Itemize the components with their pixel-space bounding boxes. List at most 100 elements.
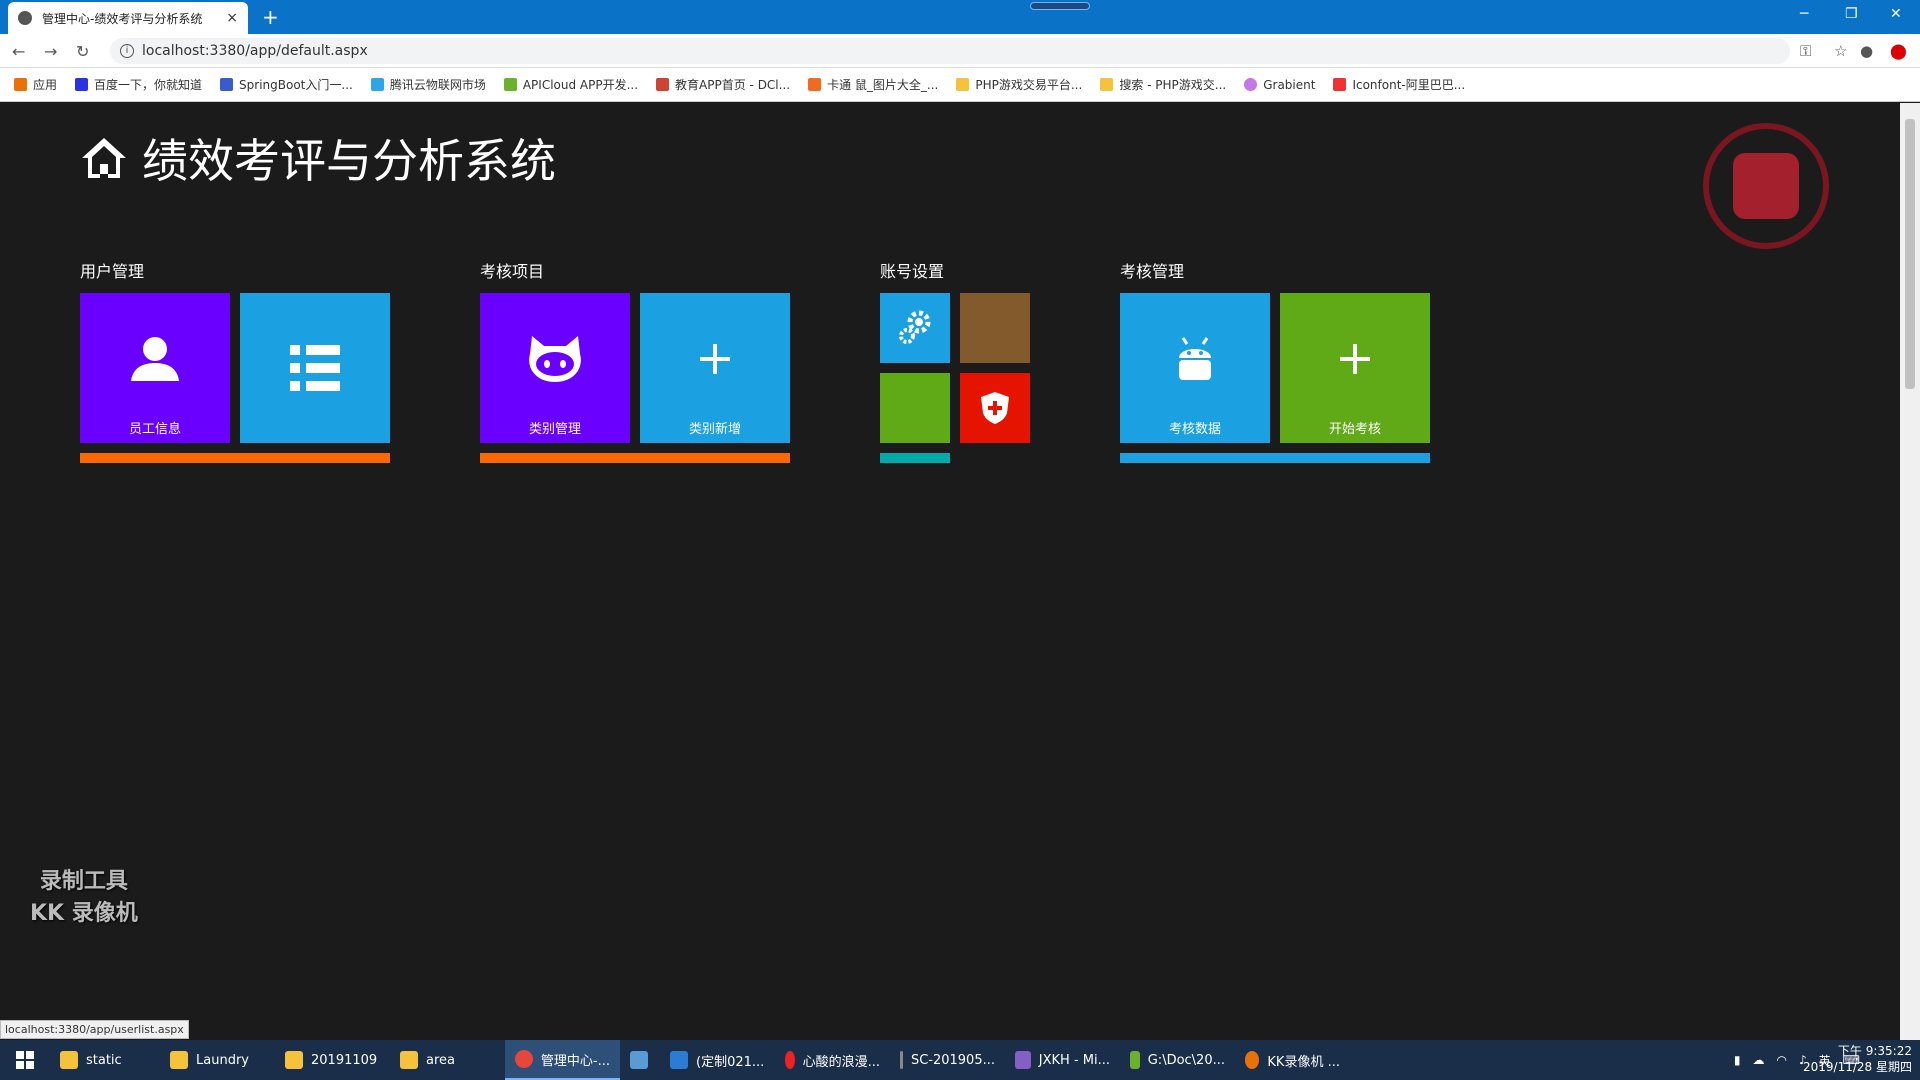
taskbar-item[interactable]: G:\Doc\20... [1120,1040,1235,1080]
extension-icon[interactable]: ⬤ [1890,42,1907,60]
group-bar-assessment [1120,453,1430,463]
favicon-icon [18,11,32,25]
taskbar-item[interactable]: 心酸的浪漫... [775,1040,890,1080]
clock-date: 2019/11/28 星期四 [1803,1060,1912,1074]
folder-icon [285,1051,303,1069]
tile-assessment-data[interactable]: 考核数据 [1120,293,1270,443]
taskbar-item[interactable]: JXKH - Mi... [1005,1040,1120,1080]
scroll-thumb[interactable] [1905,119,1915,389]
bookmark-item[interactable]: Grabient [1244,78,1315,92]
taskbar-item[interactable]: Laundry [160,1040,275,1080]
tile-security[interactable] [960,373,1030,443]
visual-studio-icon [1015,1051,1031,1069]
forward-icon[interactable]: → [44,42,57,61]
tile-label: 员工信息 [128,422,181,437]
close-window-icon[interactable]: ✕ [1890,6,1902,22]
info-icon[interactable]: i [120,44,134,58]
key-icon[interactable]: ⚿ [1800,42,1811,60]
battery-icon[interactable]: ▮ [1734,1053,1741,1067]
page-title: 绩效考评与分析系统 [142,134,556,188]
baidu-icon [75,78,89,91]
gears-icon [899,310,931,344]
windows-icon [16,1051,34,1069]
cloud-icon[interactable]: ☁ [1753,1053,1765,1067]
folder-icon [1100,78,1114,91]
taskbar-item[interactable]: area [390,1040,505,1080]
shield-icon [981,392,1009,424]
bookmark-item[interactable]: 百度一下，你就知道 [75,76,202,93]
bookmark-item[interactable]: APICloud APP开发... [503,76,638,93]
browser-tab[interactable]: 管理中心-绩效考评与分析系统 × [8,2,248,34]
url-text: localhost:3380/app/default.aspx [142,43,368,59]
tile-settings[interactable] [880,293,950,363]
home-icon[interactable] [80,134,128,182]
folder-icon [400,1051,418,1069]
bookmark-apps[interactable]: 应用 [14,76,57,93]
address-bar[interactable]: i localhost:3380/app/default.aspx [110,38,1790,64]
plus-icon [700,344,730,374]
new-tab-button[interactable]: + [262,5,279,29]
wifi-icon[interactable]: ◠ [1777,1053,1787,1067]
browser-tab-bar: 管理中心-绩效考评与分析系统 × + ─ ❐ ✕ [0,0,1920,34]
page-header: 绩效考评与分析系统 [80,125,556,191]
taskbar-item[interactable]: SC-201905... [890,1040,1005,1080]
taskbar-item[interactable]: (定制021... [660,1040,775,1080]
grabient-icon [1244,78,1258,91]
bookmark-item[interactable]: PHP游戏交易平台... [956,76,1082,93]
tile-category-manage[interactable]: 类别管理 [480,293,630,443]
bookmark-icon [808,78,822,91]
music-icon [785,1051,795,1069]
clock[interactable]: 下午 9:35:22 2019/11/28 星期四 [1803,1043,1912,1075]
folder-icon [170,1051,188,1069]
reload-icon[interactable]: ↻ [76,42,89,61]
group-bar-account [880,453,950,463]
record-stop-button[interactable] [1703,123,1829,249]
tile-brown[interactable] [960,293,1030,363]
profile-icon[interactable]: ● [1860,42,1873,60]
start-button[interactable] [0,1040,50,1080]
bookmark-item[interactable]: Iconfont-阿里巴巴... [1333,76,1465,93]
tile-user-list[interactable] [240,293,390,443]
tile-category-add[interactable]: 类别新增 [640,293,790,443]
status-url: localhost:3380/app/userlist.aspx [0,1020,189,1039]
plus-icon [1340,344,1370,374]
star-icon[interactable]: ☆ [1834,42,1847,60]
apps-grid-icon [14,78,27,91]
bookmark-item[interactable]: 卡通 鼠_图片大全_... [808,76,938,93]
page-content: 绩效考评与分析系统 用户管理 员工信息 考核项目 类别管理 类别新增 账号设置 … [0,103,1900,1040]
back-icon[interactable]: ← [12,42,25,61]
drag-handle[interactable] [1030,2,1090,10]
tile-label: 类别新增 [688,422,741,437]
tile-green[interactable] [880,373,950,443]
notepad-icon [1130,1051,1140,1069]
folder-icon [956,78,970,91]
taskbar-item[interactable]: KK录像机 ... [1235,1040,1350,1080]
tile-label: 类别管理 [528,422,581,437]
taskbar-item-chrome[interactable]: 管理中心-... [505,1040,620,1080]
browser-toolbar: ← → ↻ i localhost:3380/app/default.aspx … [0,34,1920,68]
taskbar-item[interactable]: 20191109 [275,1040,390,1080]
taskbar-item[interactable] [620,1040,660,1080]
bookmark-item[interactable]: 搜索 - PHP游戏交... [1100,76,1226,93]
tile-employee-info[interactable]: 员工信息 [80,293,230,443]
tool-icon [900,1051,903,1069]
group-title-user: 用户管理 [80,262,145,281]
octocat-icon [529,336,581,382]
apicloud-icon [503,78,517,91]
taskbar-item[interactable]: static [50,1040,160,1080]
clock-time: 下午 9:35:22 [1837,1044,1912,1058]
close-tab-icon[interactable]: × [226,10,238,26]
bookmark-item[interactable]: 腾讯云物联网市场 [370,76,486,93]
watermark: 录制工具 KK 录像机 [30,869,138,926]
restore-icon[interactable]: ❐ [1845,6,1858,22]
iconfont-icon [1333,78,1347,91]
tile-label: 开始考核 [1328,422,1381,437]
app-icon [630,1051,648,1069]
chrome-icon [515,1050,533,1068]
scrollbar[interactable] [1900,103,1920,1040]
bookmark-item[interactable]: 教育APP首页 - DCl... [656,76,790,93]
tile-start-assessment[interactable]: 开始考核 [1280,293,1430,443]
minimize-icon[interactable]: ─ [1800,6,1808,22]
word-icon [670,1051,688,1069]
bookmark-item[interactable]: SpringBoot入门一... [220,76,353,93]
